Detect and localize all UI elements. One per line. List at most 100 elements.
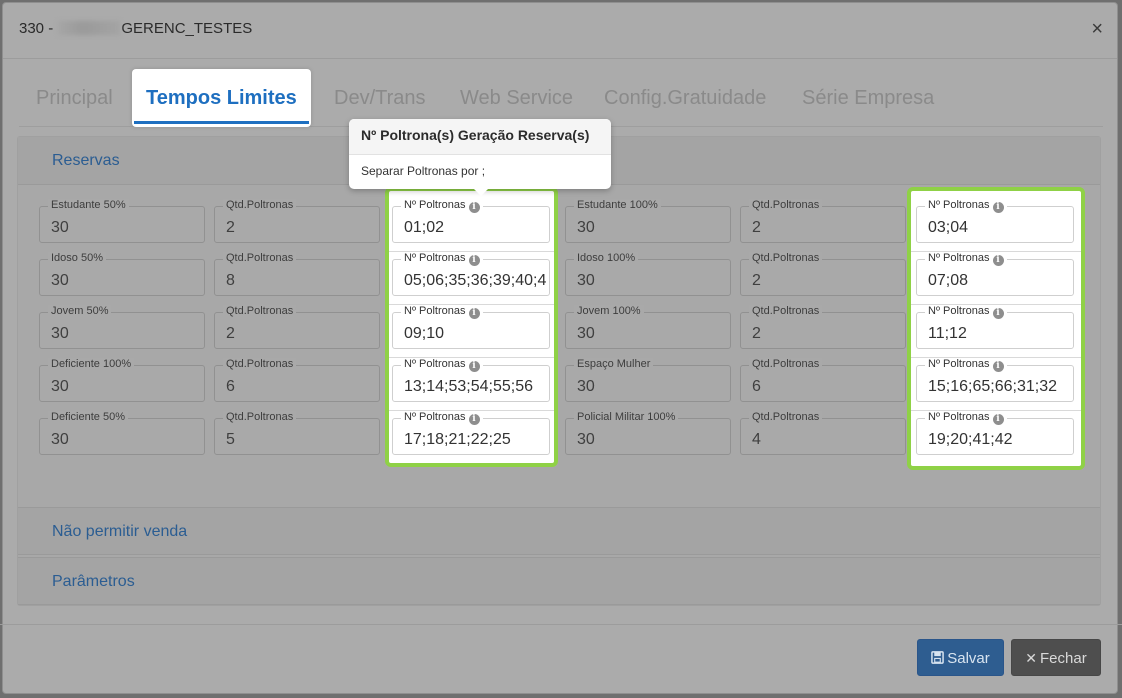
tab-serie-empresa[interactable]: Série Empresa xyxy=(802,69,934,127)
section-parametros-title[interactable]: Parâmetros xyxy=(52,573,135,591)
field-qtd-right[interactable]: Qtd.Poltronas 2 xyxy=(740,252,906,296)
field-value: 01;02 xyxy=(404,219,445,236)
field-discount-left[interactable]: Estudante 50% 30 xyxy=(39,199,205,243)
field-label: Estudante 100% xyxy=(574,199,661,211)
field-label: Idoso 50% xyxy=(48,252,106,264)
modal-header: 330 - GERENC_TESTES × xyxy=(3,3,1117,59)
highlight-column-right: Nº Poltronas i 03;04 Nº Poltronas i 07;08 Nº… xyxy=(907,187,1085,470)
info-icon[interactable]: i xyxy=(468,308,480,319)
field-value: 07;08 xyxy=(928,272,969,289)
field-qtd-right[interactable]: Qtd.Poltronas 4 xyxy=(740,411,906,455)
section-nao-permitir-venda[interactable]: Não permitir venda xyxy=(18,507,1100,555)
field-value: 30 xyxy=(577,378,595,395)
seat-numbers-field[interactable]: Nº Poltronas i 19;20;41;42 xyxy=(916,411,1074,455)
info-icon[interactable]: i xyxy=(992,255,1004,266)
field-value: 30 xyxy=(51,325,69,342)
tab-principal[interactable]: Principal xyxy=(36,69,113,127)
field-label: Nº Poltronas i xyxy=(401,199,483,213)
highlight-column-left: Nº Poltronas i 01;02 Nº Poltronas i 05;06;35… xyxy=(385,187,558,467)
field-value: 11;12 xyxy=(928,325,967,342)
field-qtd-right[interactable]: Qtd.Poltronas 6 xyxy=(740,358,906,402)
field-qtd-left[interactable]: Qtd.Poltronas 2 xyxy=(214,305,380,349)
field-label: Qtd.Poltronas xyxy=(749,252,823,264)
seat-numbers-field[interactable]: Nº Poltronas i 07;08 xyxy=(916,252,1074,296)
field-value: 2 xyxy=(752,219,761,236)
field-discount-right[interactable]: Policial Militar 100% 30 xyxy=(565,411,731,455)
seat-numbers-field[interactable]: Nº Poltronas i 11;12 xyxy=(916,305,1074,349)
field-qtd-left[interactable]: Qtd.Poltronas 5 xyxy=(214,411,380,455)
field-value: 30 xyxy=(51,219,69,236)
field-discount-right[interactable]: Espaço Mulher 30 xyxy=(565,358,731,402)
field-qtd-left[interactable]: Qtd.Poltronas 8 xyxy=(214,252,380,296)
field-value: 6 xyxy=(226,378,235,395)
field-qtd-left[interactable]: Qtd.Poltronas 2 xyxy=(214,199,380,243)
info-icon[interactable]: i xyxy=(468,255,480,266)
field-discount-left[interactable]: Deficiente 50% 30 xyxy=(39,411,205,455)
field-label: Qtd.Poltronas xyxy=(749,411,823,423)
field-label: Deficiente 100% xyxy=(48,358,135,370)
modal-title-suffix: GERENC_TESTES xyxy=(121,20,253,37)
modal-title-prefix: 330 - xyxy=(19,20,54,37)
seat-numbers-field[interactable]: Nº Poltronas i 09;10 xyxy=(392,305,550,349)
info-icon[interactable]: i xyxy=(992,202,1004,213)
field-discount-right[interactable]: Idoso 100% 30 xyxy=(565,252,731,296)
tooltip-body: Separar Poltronas por ; xyxy=(361,164,486,178)
field-label: Qtd.Poltronas xyxy=(749,358,823,370)
redacted-block xyxy=(58,21,121,35)
field-discount-right[interactable]: Estudante 100% 30 xyxy=(565,199,731,243)
field-value: 30 xyxy=(577,431,595,448)
field-value: 19;20;41;42 xyxy=(928,431,1013,448)
tab-tempos-limites[interactable]: Tempos Limites xyxy=(132,69,311,127)
field-value: 30 xyxy=(51,431,69,448)
seat-numbers-field[interactable]: Nº Poltronas i 05;06;35;36;39;40;4 xyxy=(392,252,550,296)
save-button[interactable]: Salvar xyxy=(917,639,1004,676)
modal-footer-divider xyxy=(0,624,1122,625)
tooltip-popover: Nº Poltrona(s) Geração Reserva(s) Separa… xyxy=(349,119,611,196)
field-value: 05;06;35;36;39;40;4 xyxy=(404,272,547,289)
field-discount-left[interactable]: Deficiente 100% 30 xyxy=(39,358,205,402)
field-value: 6 xyxy=(752,378,761,395)
field-qtd-left[interactable]: Qtd.Poltronas 6 xyxy=(214,358,380,402)
field-discount-left[interactable]: Idoso 50% 30 xyxy=(39,252,205,296)
field-qtd-right[interactable]: Qtd.Poltronas 2 xyxy=(740,305,906,349)
field-value: 13;14;53;54;55;56 xyxy=(404,378,534,395)
section-nao-permitir-venda-title[interactable]: Não permitir venda xyxy=(52,523,187,541)
field-label: Nº Poltronas i xyxy=(925,252,1007,266)
field-qtd-right[interactable]: Qtd.Poltronas 2 xyxy=(740,199,906,243)
field-label: Policial Militar 100% xyxy=(574,411,679,423)
info-icon[interactable]: i xyxy=(992,361,1004,372)
save-button-label: Salvar xyxy=(947,650,990,667)
field-label: Idoso 100% xyxy=(574,252,639,264)
field-value: 2 xyxy=(752,272,761,289)
tooltip-arrow xyxy=(474,189,488,196)
x-icon: ✕ xyxy=(1025,650,1038,666)
field-value: 09;10 xyxy=(404,325,445,342)
section-parametros[interactable]: Parâmetros xyxy=(18,557,1100,605)
seat-numbers-field[interactable]: Nº Poltronas i 03;04 xyxy=(916,199,1074,243)
field-label: Nº Poltronas i xyxy=(925,199,1007,213)
seat-numbers-field[interactable]: Nº Poltronas i 01;02 xyxy=(392,199,550,243)
modal-title: 330 - GERENC_TESTES xyxy=(19,20,252,37)
close-button[interactable]: ✕ Fechar xyxy=(1011,639,1101,676)
field-label: Qtd.Poltronas xyxy=(223,411,297,423)
field-value: 2 xyxy=(226,219,235,236)
field-discount-left[interactable]: Jovem 50% 30 xyxy=(39,305,205,349)
field-value: 30 xyxy=(51,378,69,395)
field-label: Qtd.Poltronas xyxy=(223,305,297,317)
seat-numbers-field[interactable]: Nº Poltronas i 17;18;21;22;25 xyxy=(392,411,550,455)
seat-numbers-field[interactable]: Nº Poltronas i 15;16;65;66;31;32 xyxy=(916,358,1074,402)
field-label: Espaço Mulher xyxy=(574,358,654,370)
tab-config-gratuidade[interactable]: Config.Gratuidade xyxy=(604,69,766,127)
close-icon[interactable]: × xyxy=(1091,19,1103,39)
field-discount-right[interactable]: Jovem 100% 30 xyxy=(565,305,731,349)
field-value: 8 xyxy=(226,272,235,289)
field-value: 03;04 xyxy=(928,219,969,236)
seat-numbers-field[interactable]: Nº Poltronas i 13;14;53;54;55;56 xyxy=(392,358,550,402)
info-icon[interactable]: i xyxy=(992,414,1004,425)
section-reservas-title[interactable]: Reservas xyxy=(52,152,120,170)
info-icon[interactable]: i xyxy=(468,202,480,213)
info-icon[interactable]: i xyxy=(468,361,480,372)
field-value: 2 xyxy=(226,325,235,342)
info-icon[interactable]: i xyxy=(468,414,480,425)
info-icon[interactable]: i xyxy=(992,308,1004,319)
